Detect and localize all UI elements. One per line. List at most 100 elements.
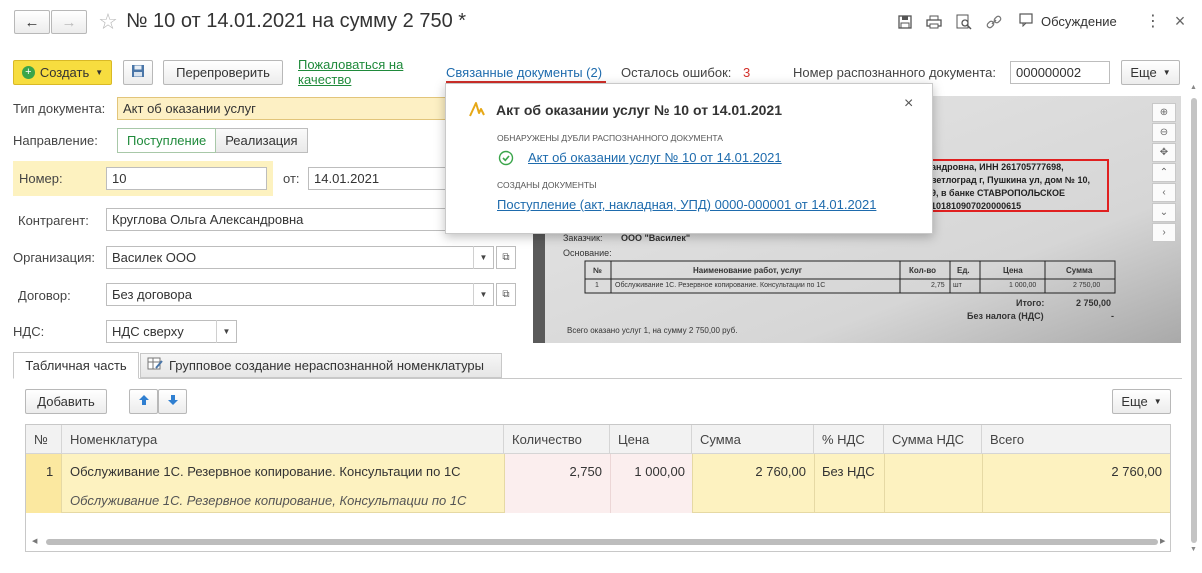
table-hscroll[interactable]: ◀ ▶ bbox=[26, 535, 1170, 549]
row-item-recognized: Обслуживание 1С. Резервное копирование, … bbox=[70, 493, 467, 508]
row-total[interactable]: 2 760,00 bbox=[982, 464, 1162, 479]
scroll-arrow-up-icon[interactable]: ▲ bbox=[1190, 84, 1197, 91]
back-button[interactable]: ← bbox=[14, 10, 50, 34]
contract-value: Без договора bbox=[112, 287, 192, 302]
contract-field[interactable]: Без договора bbox=[106, 283, 494, 306]
chevron-down-icon: ▼ bbox=[95, 68, 104, 77]
plus-circle-icon: + bbox=[21, 66, 35, 79]
popup-title: Акт об оказании услуг № 10 от 14.01.2021 bbox=[496, 102, 783, 118]
col-vat-sum[interactable]: Сумма НДС bbox=[884, 425, 982, 453]
vat-dropdown[interactable]: ▼ bbox=[216, 320, 236, 343]
col-price[interactable]: Цена bbox=[610, 425, 692, 453]
favorite-star-icon[interactable]: ☆ bbox=[96, 9, 120, 35]
popup-close-icon[interactable]: × bbox=[904, 95, 913, 113]
move-down-button[interactable] bbox=[158, 389, 187, 414]
col-vat-rate[interactable]: % НДС bbox=[814, 425, 884, 453]
fit-to-window-button[interactable]: ✥ bbox=[1152, 143, 1176, 162]
organization-dropdown[interactable]: ▼ bbox=[473, 246, 493, 269]
organization-label: Организация: bbox=[13, 250, 96, 265]
more-vertical-icon[interactable]: ⋮ bbox=[1145, 11, 1161, 31]
table-row[interactable]: 1 Обслуживание 1С. Резервное копирование… bbox=[26, 454, 1170, 513]
hscroll-left-icon[interactable]: ◀ bbox=[32, 537, 37, 545]
scan-td-sum: 2 750,00 bbox=[1073, 282, 1101, 289]
save-file-icon[interactable] bbox=[896, 13, 914, 31]
complain-quality-link[interactable]: Пожаловаться на качество bbox=[298, 57, 403, 87]
zoom-out-button[interactable]: ⊖ bbox=[1152, 123, 1176, 142]
table-more-button[interactable]: Еще ▼ bbox=[1112, 389, 1171, 414]
scrollbar-thumb[interactable] bbox=[1191, 98, 1197, 543]
errors-label: Осталось ошибок: bbox=[621, 65, 732, 80]
scroll-right-button[interactable]: › bbox=[1152, 223, 1176, 242]
save-button[interactable] bbox=[123, 60, 153, 85]
col-total[interactable]: Всего bbox=[982, 425, 1170, 453]
contract-open-button[interactable]: ⧉ bbox=[496, 283, 516, 306]
discussion-button[interactable]: Обсуждение bbox=[1019, 13, 1117, 30]
errors-count[interactable]: 3 bbox=[743, 65, 750, 80]
date-field[interactable]: 14.01.2021 bbox=[308, 167, 458, 190]
counterparty-label: Контрагент: bbox=[18, 213, 89, 228]
hscroll-thumb[interactable] bbox=[46, 539, 1158, 545]
tab-table-part[interactable]: Табличная часть bbox=[13, 352, 139, 379]
col-qty[interactable]: Количество bbox=[504, 425, 610, 453]
organization-open-button[interactable]: ⧉ bbox=[496, 246, 516, 269]
row-divider-4 bbox=[814, 454, 815, 513]
contract-dropdown[interactable]: ▼ bbox=[473, 283, 493, 306]
scroll-up-button[interactable]: ⌃ bbox=[1152, 163, 1176, 182]
link-icon[interactable] bbox=[985, 13, 1003, 31]
more-button[interactable]: Еще ▼ bbox=[1121, 60, 1180, 85]
row-item[interactable]: Обслуживание 1С. Резервное копирование. … bbox=[70, 464, 461, 479]
create-button[interactable]: + Создать ▼ bbox=[13, 60, 112, 85]
table-edit-icon bbox=[147, 357, 163, 374]
number-field[interactable]: 10 bbox=[106, 167, 267, 190]
popup-duplicates-heading: ОБНАРУЖЕНЫ ДУБЛИ РАСПОЗНАННОГО ДОКУМЕНТА bbox=[497, 133, 723, 143]
complain-line2: качество bbox=[298, 72, 352, 87]
scan-th-unit: Ед. bbox=[957, 266, 970, 275]
scan-no-vat-label: Без налога (НДС) bbox=[967, 311, 1044, 321]
tab-group-create[interactable]: Групповое создание нераспознанной номенк… bbox=[140, 353, 502, 378]
col-item[interactable]: Номенклатура bbox=[62, 425, 504, 453]
forward-button[interactable]: → bbox=[51, 10, 87, 34]
date-from-label: от: bbox=[283, 171, 300, 186]
related-documents-link[interactable]: Связанные документы (2) bbox=[446, 65, 602, 80]
col-sum[interactable]: Сумма bbox=[692, 425, 814, 453]
created-document-link[interactable]: Поступление (акт, накладная, УПД) 0000-0… bbox=[497, 197, 876, 212]
move-up-button[interactable] bbox=[129, 389, 158, 414]
doc-type-field[interactable]: Акт об оказании услуг bbox=[117, 97, 457, 120]
recheck-button[interactable]: Перепроверить bbox=[163, 60, 283, 85]
arrow-left-icon: ← bbox=[24, 13, 40, 31]
counterparty-field[interactable]: Круглова Ольга Александровна bbox=[106, 208, 458, 231]
qty-price-error-bg bbox=[504, 454, 692, 513]
preview-icon[interactable] bbox=[955, 13, 973, 31]
scan-customer-label: Заказчик: bbox=[563, 233, 603, 243]
col-num[interactable]: № bbox=[26, 425, 62, 453]
scroll-arrow-down-icon[interactable]: ▼ bbox=[1190, 546, 1197, 553]
expand-arrows-icon: ✥ bbox=[1159, 147, 1169, 158]
window-scrollbar[interactable]: ▲ ▼ bbox=[1190, 84, 1198, 558]
print-icon[interactable] bbox=[925, 13, 943, 31]
direction-option-sales[interactable]: Реализация bbox=[216, 128, 308, 153]
window-title: № 10 от 14.01.2021 на сумму 2 750 * bbox=[126, 10, 467, 32]
organization-field[interactable]: Василек ООО bbox=[106, 246, 494, 269]
add-row-button[interactable]: Добавить bbox=[25, 389, 107, 414]
row-price[interactable]: 1 000,00 bbox=[610, 464, 685, 479]
floppy-disk-icon bbox=[131, 64, 145, 81]
direction-option-incoming[interactable]: Поступление bbox=[117, 128, 217, 153]
scan-td-price: 1 000,00 bbox=[1009, 282, 1037, 289]
recognized-number-field[interactable]: 000000002 bbox=[1010, 61, 1110, 84]
row-divider-3 bbox=[692, 454, 693, 513]
scroll-down-button[interactable]: ⌄ bbox=[1152, 203, 1176, 222]
row-qty[interactable]: 2,750 bbox=[504, 464, 602, 479]
row-sum[interactable]: 2 760,00 bbox=[692, 464, 806, 479]
arrow-right-icon: → bbox=[61, 13, 77, 31]
hscroll-right-icon[interactable]: ▶ bbox=[1160, 537, 1165, 545]
row-vat-rate[interactable]: Без НДС bbox=[822, 464, 875, 479]
close-icon[interactable]: × bbox=[1172, 11, 1188, 31]
scroll-left-button[interactable]: ‹ bbox=[1152, 183, 1176, 202]
contract-label: Договор: bbox=[18, 288, 71, 303]
scan-customer-value: ООО "Василек" bbox=[621, 233, 691, 243]
scan-highlight-line-1: андровна, ИНН 261705777698, bbox=[931, 162, 1064, 172]
chat-icon bbox=[1019, 13, 1035, 30]
duplicate-document-link[interactable]: Акт об оказании услуг № 10 от 14.01.2021 bbox=[528, 150, 782, 165]
zoom-in-button[interactable]: ⊕ bbox=[1152, 103, 1176, 122]
chevron-down-icon: ⌄ bbox=[1159, 207, 1169, 218]
